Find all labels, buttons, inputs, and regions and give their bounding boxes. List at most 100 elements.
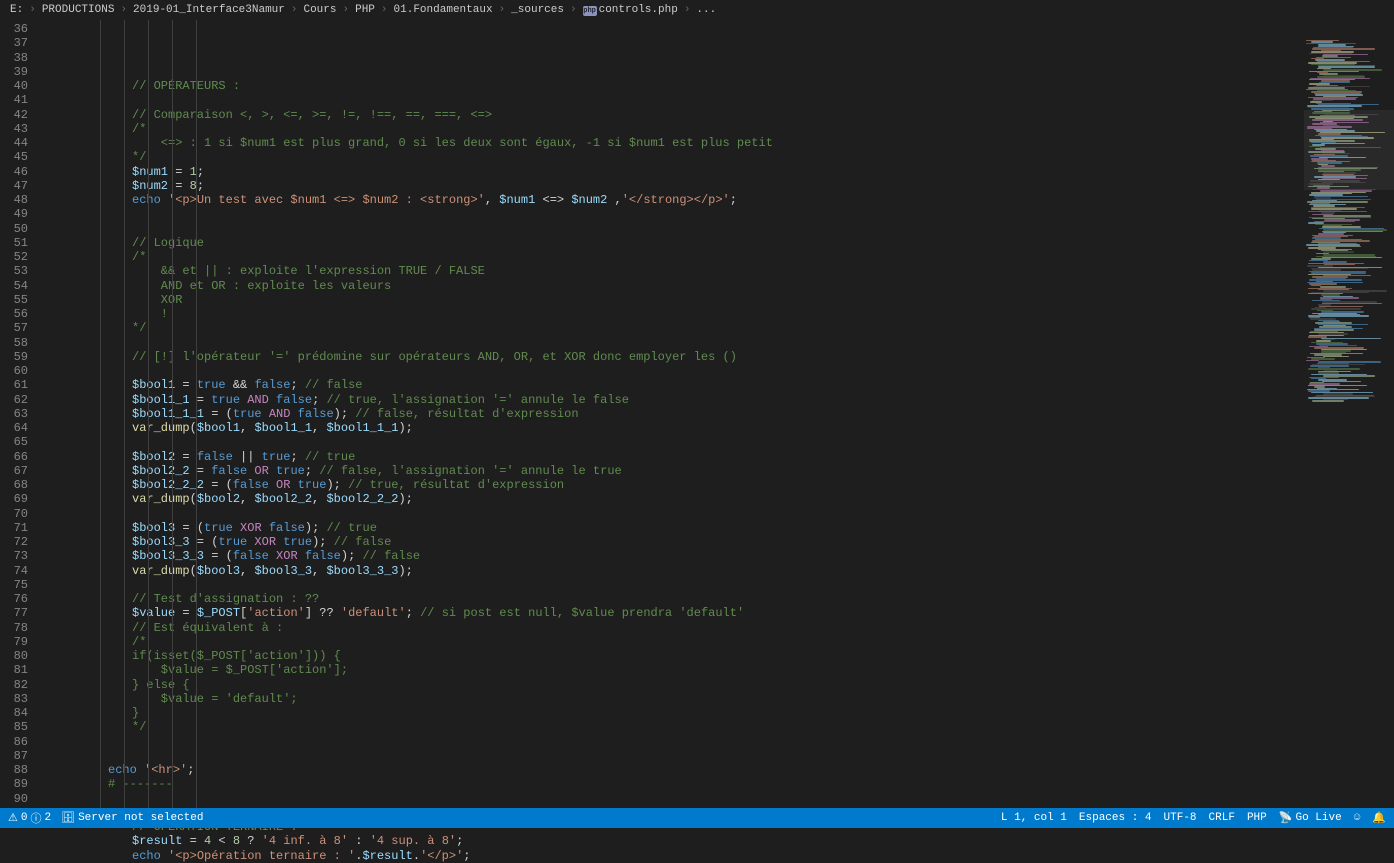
code-line[interactable] — [42, 507, 1394, 521]
line-number: 41 — [0, 93, 28, 107]
code-line[interactable]: $bool2_2 = false OR true; // false, l'as… — [42, 464, 1394, 478]
code-line[interactable]: // Logique — [42, 236, 1394, 250]
info-count: 2 — [44, 812, 51, 824]
code-line[interactable]: /* — [42, 250, 1394, 264]
breadcrumb-segment[interactable]: ... — [696, 0, 716, 20]
go-live-label: Go Live — [1295, 812, 1341, 824]
code-line[interactable]: $bool3_3_3 = (false XOR false); // false — [42, 549, 1394, 563]
code-line[interactable] — [42, 735, 1394, 749]
code-line[interactable]: $bool2_2_2 = (false OR true); // true, r… — [42, 478, 1394, 492]
code-line[interactable] — [42, 749, 1394, 763]
code-line[interactable] — [42, 207, 1394, 221]
code-line[interactable]: } — [42, 706, 1394, 720]
code-line[interactable]: var_dump($bool3, $bool3_3, $bool3_3_3); — [42, 564, 1394, 578]
code-line[interactable]: */ — [42, 321, 1394, 335]
minimap[interactable] — [1304, 40, 1394, 828]
line-number: 73 — [0, 549, 28, 563]
breadcrumb: E:›PRODUCTIONS›2019-01_Interface3Namur›C… — [0, 0, 1394, 20]
breadcrumb-separator: › — [684, 0, 691, 20]
code-line[interactable]: // OPÉRATEURS : — [42, 79, 1394, 93]
code-line[interactable] — [42, 222, 1394, 236]
eol-status[interactable]: CRLF — [1209, 812, 1235, 824]
code-line[interactable]: # ------- — [42, 777, 1394, 791]
language-mode[interactable]: PHP — [1247, 812, 1267, 824]
code-line[interactable]: $bool3 = (true XOR false); // true — [42, 521, 1394, 535]
code-line[interactable]: $num1 = 1; — [42, 165, 1394, 179]
code-line[interactable]: } else { — [42, 678, 1394, 692]
line-number: 46 — [0, 165, 28, 179]
problems-status[interactable]: ⚠0 ⓘ2 — [8, 810, 51, 826]
line-number: 66 — [0, 450, 28, 464]
code-line[interactable]: && et || : exploite l'expression TRUE / … — [42, 264, 1394, 278]
code-line[interactable]: var_dump($bool2, $bool2_2, $bool2_2_2); — [42, 492, 1394, 506]
breadcrumb-segment[interactable]: PRODUCTIONS — [42, 0, 115, 20]
code-line[interactable]: ! — [42, 307, 1394, 321]
code-line[interactable]: $value = 'default'; — [42, 692, 1394, 706]
code-line[interactable]: $bool1_1_1 = (true AND false); // false,… — [42, 407, 1394, 421]
code-line[interactable] — [42, 364, 1394, 378]
breadcrumb-segment[interactable]: PHP — [355, 0, 375, 20]
code-line[interactable]: $value = $_POST['action'] ?? 'default'; … — [42, 606, 1394, 620]
code-line[interactable]: var_dump($bool1, $bool1_1, $bool1_1_1); — [42, 421, 1394, 435]
code-line[interactable]: echo '<hr>'; — [42, 763, 1394, 777]
line-number: 51 — [0, 236, 28, 250]
code-line[interactable]: // [!] l'opérateur '=' prédomine sur opé… — [42, 350, 1394, 364]
code-line[interactable]: echo '<p>Un test avec $num1 <=> $num2 : … — [42, 193, 1394, 207]
breadcrumb-segment[interactable]: _sources — [511, 0, 564, 20]
line-number: 42 — [0, 108, 28, 122]
code-line[interactable]: $result = 4 < 8 ? '4 inf. à 8' : '4 sup.… — [42, 834, 1394, 848]
breadcrumb-segment[interactable]: 2019-01_Interface3Namur — [133, 0, 285, 20]
breadcrumb-segment[interactable]: Cours — [303, 0, 336, 20]
line-number: 52 — [0, 250, 28, 264]
code-line[interactable]: // Test d'assignation : ?? — [42, 592, 1394, 606]
php-file-icon: php — [583, 6, 597, 16]
notifications-button[interactable]: 🔔 — [1372, 811, 1386, 825]
line-number: 78 — [0, 621, 28, 635]
code-line[interactable]: <=> : 1 si $num1 est plus grand, 0 si le… — [42, 136, 1394, 150]
line-number: 71 — [0, 521, 28, 535]
code-line[interactable]: $bool1 = true && false; // false — [42, 378, 1394, 392]
breadcrumb-separator: › — [120, 0, 127, 20]
code-line[interactable]: $bool2 = false || true; // true — [42, 450, 1394, 464]
code-line[interactable] — [42, 792, 1394, 806]
breadcrumb-segment[interactable]: phpcontrols.php — [583, 0, 678, 20]
code-line[interactable]: /* — [42, 635, 1394, 649]
code-line[interactable] — [42, 435, 1394, 449]
breadcrumb-segment[interactable]: E: — [10, 0, 23, 20]
code-line[interactable]: echo '<p>Opération ternaire : '.$result.… — [42, 849, 1394, 863]
status-bar: ⚠0 ⓘ2 🗄 Server not selected L 1, col 1 E… — [0, 808, 1394, 828]
code-line[interactable]: // Comparaison <, >, <=, >=, !=, !==, ==… — [42, 108, 1394, 122]
code-line[interactable]: AND et OR : exploite les valeurs — [42, 279, 1394, 293]
code-line[interactable] — [42, 65, 1394, 79]
code-line[interactable]: /* — [42, 122, 1394, 136]
code-line[interactable]: XOR — [42, 293, 1394, 307]
feedback-button[interactable]: ☺ — [1354, 812, 1361, 824]
code-area[interactable]: // OPÉRATEURS : // Comparaison <, >, <=, … — [42, 20, 1394, 808]
code-line[interactable]: */ — [42, 720, 1394, 734]
code-editor[interactable]: 3637383940414243444546474849505152535455… — [0, 20, 1394, 808]
bell-icon: 🔔 — [1372, 811, 1386, 825]
code-line[interactable]: // Est équivalent à : — [42, 621, 1394, 635]
indentation-status[interactable]: Espaces : 4 — [1079, 812, 1152, 824]
code-line[interactable] — [42, 578, 1394, 592]
code-line[interactable]: $bool1_1 = true AND false; // true, l'as… — [42, 393, 1394, 407]
breadcrumb-separator: › — [29, 0, 36, 20]
cursor-position[interactable]: L 1, col 1 — [1001, 812, 1067, 824]
line-number: 68 — [0, 478, 28, 492]
code-line[interactable]: $bool3_3 = (true XOR true); // false — [42, 535, 1394, 549]
line-number: 38 — [0, 51, 28, 65]
code-line[interactable] — [42, 93, 1394, 107]
go-live-button[interactable]: 📡 Go Live — [1279, 811, 1342, 825]
code-line[interactable] — [42, 336, 1394, 350]
encoding-status[interactable]: UTF-8 — [1164, 812, 1197, 824]
code-line[interactable]: $value = $_POST['action']; — [42, 663, 1394, 677]
code-line[interactable]: $num2 = 8; — [42, 179, 1394, 193]
code-line[interactable]: */ — [42, 150, 1394, 164]
breadcrumb-separator: › — [499, 0, 506, 20]
code-line[interactable]: if(isset($_POST['action'])) { — [42, 649, 1394, 663]
server-status[interactable]: 🗄 Server not selected — [61, 811, 203, 825]
breadcrumb-segment[interactable]: 01.Fondamentaux — [394, 0, 493, 20]
line-number: 76 — [0, 592, 28, 606]
line-number: 74 — [0, 564, 28, 578]
error-icon: ⚠ — [8, 811, 18, 825]
